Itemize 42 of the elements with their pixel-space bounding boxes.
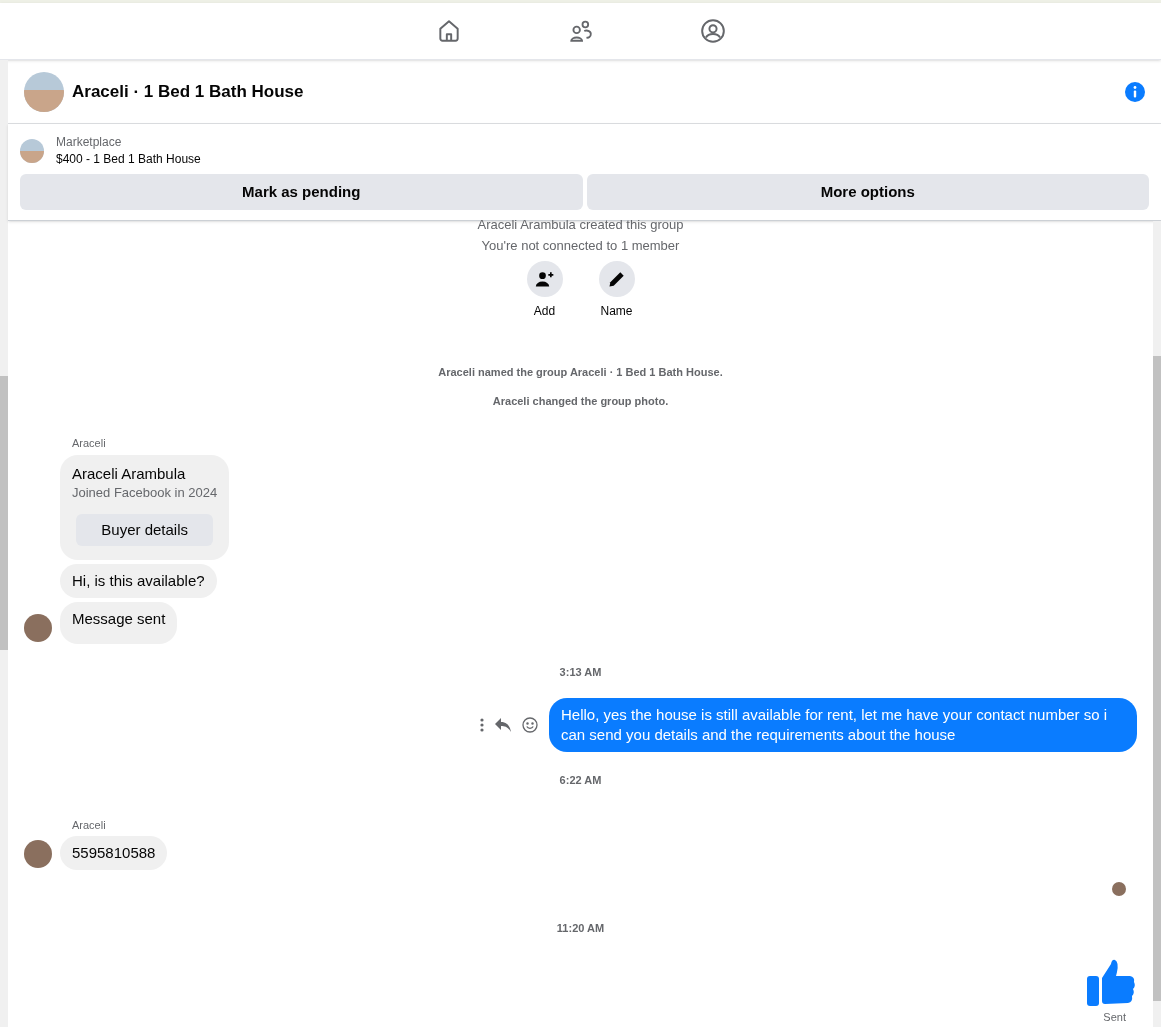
sender-name: Araceli <box>72 819 106 831</box>
thumbs-up-icon <box>1086 958 1136 1008</box>
sender-avatar[interactable] <box>24 840 52 868</box>
system-message: You're not connected to 1 member <box>481 238 680 253</box>
system-message: Araceli changed the group photo. <box>492 395 669 407</box>
sender-name: Araceli <box>72 437 106 449</box>
listing-photo <box>20 139 44 163</box>
action-label: Add <box>533 303 556 320</box>
buyer-details-button[interactable]: Buyer details <box>76 514 214 546</box>
seen-avatar <box>1112 882 1126 896</box>
buyer-name: Araceli Arambula <box>72 464 187 484</box>
rename-button[interactable] <box>598 261 635 297</box>
timestamp: 11:20 AM <box>556 922 605 934</box>
timestamp: 6:22 AM <box>559 774 602 786</box>
scrollbar-thumb[interactable] <box>0 376 8 650</box>
timestamp: 3:13 AM <box>559 666 602 678</box>
add-people-button[interactable] <box>526 261 563 297</box>
listing-action-button[interactable]: More options <box>586 174 1149 210</box>
sent-status: Sent <box>1103 1010 1126 1025</box>
listing-title[interactable]: $400 - 1 Bed 1 Bath House <box>56 150 201 168</box>
pencil-icon <box>606 269 627 289</box>
chat-title: Araceli · 1 Bed 1 Bath House <box>72 80 304 103</box>
reply-icon[interactable] <box>494 717 512 733</box>
more-icon[interactable] <box>480 718 484 732</box>
scrollbar-thumb[interactable] <box>1153 356 1161 1001</box>
buyer-joined: Joined Facebook in 2024 <box>72 484 218 502</box>
action-label: Name <box>600 303 633 320</box>
message-bubble: Hello, yes the house is still available for rent, let me have your contact number so i can send you details and the requirements about the house <box>549 698 1137 752</box>
add-person-icon <box>534 269 555 289</box>
people-icon[interactable] <box>567 18 594 44</box>
profile-icon[interactable] <box>699 18 726 44</box>
system-message: Araceli Arambula created this group <box>477 217 684 232</box>
listing-source: Marketplace <box>56 134 123 150</box>
message-bubble: Message sent <box>60 602 178 644</box>
message-bubble: Hi, is this available? <box>60 564 217 598</box>
group-photo <box>24 71 64 112</box>
info-icon[interactable] <box>1125 81 1145 102</box>
listing-action-button[interactable]: Mark as pending <box>20 174 583 210</box>
message-bubble: 5595810588 <box>60 836 168 870</box>
sender-avatar[interactable] <box>24 614 52 642</box>
smiley-icon[interactable] <box>522 717 538 733</box>
system-message: Araceli named the group Araceli · 1 Bed 1 Bath House. <box>438 366 723 378</box>
